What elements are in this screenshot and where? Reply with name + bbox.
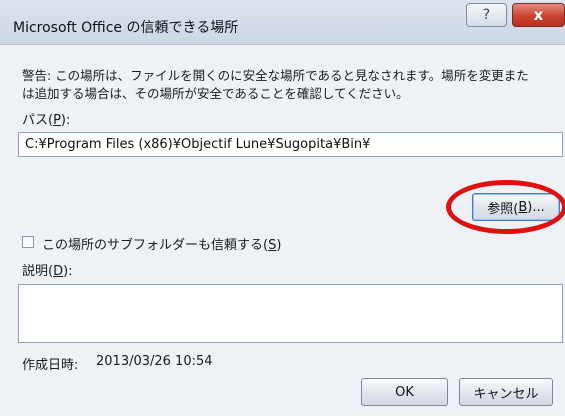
trusted-location-dialog: Microsoft Office の信頼できる場所 ? x 警告: この場所は、… [0, 0, 565, 416]
warning-text: 警告: この場所は、ファイルを開くのに安全な場所であると見なされます。場所を変更… [22, 67, 562, 103]
description-label: 説明(D): [22, 264, 73, 279]
cancel-button[interactable]: キャンセル [459, 378, 553, 406]
help-button[interactable]: ? [466, 3, 507, 27]
title-bar: Microsoft Office の信頼できる場所 ? x [0, 0, 565, 45]
subfolder-checkbox[interactable] [22, 236, 34, 248]
dialog-title: Microsoft Office の信頼できる場所 [13, 20, 239, 36]
created-date-label: 作成日時: [22, 358, 79, 373]
path-input-value: C:¥Program Files (x86)¥Objectif Lune¥Sug… [25, 137, 371, 152]
close-icon: x [533, 6, 544, 24]
created-date-value: 2013/03/26 10:54 [96, 354, 213, 369]
description-field[interactable] [18, 284, 563, 343]
close-button[interactable]: x [512, 3, 565, 27]
subfolder-label[interactable]: この場所のサブフォルダーも信頼する(S) [42, 234, 281, 253]
warning-line-2: は追加する場合は、その場所が安全であることを確認してください。 [22, 86, 409, 101]
path-input[interactable]: C:¥Program Files (x86)¥Objectif Lune¥Sug… [18, 132, 563, 157]
path-label: パス(P): [22, 113, 71, 128]
help-icon: ? [482, 7, 491, 23]
ok-button[interactable]: OK [361, 378, 448, 406]
highlight-ring [446, 180, 565, 234]
warning-line-1: 警告: この場所は、ファイルを開くのに安全な場所であると見なされます。場所を変更… [22, 68, 529, 83]
